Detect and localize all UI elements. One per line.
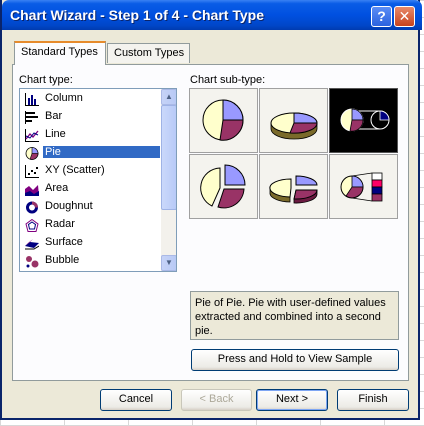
tab-custom-types[interactable]: Custom Types <box>107 43 190 63</box>
list-item-xy-scatter[interactable]: XY (Scatter) <box>22 163 160 180</box>
chart-type-label: Chart type: <box>19 74 73 86</box>
chart-type-scrollbar[interactable]: ▲ ▼ <box>161 89 176 271</box>
scatter-chart-icon <box>25 165 39 178</box>
subtype-exploded-3d-pie[interactable] <box>259 154 328 219</box>
area-chart-icon <box>25 185 39 196</box>
list-item-bar[interactable]: Bar <box>22 109 160 126</box>
view-sample-button[interactable]: Press and Hold to View Sample <box>191 349 399 371</box>
subtype-exploded-pie[interactable] <box>189 154 258 219</box>
column-chart-icon <box>25 93 39 106</box>
finish-button[interactable]: Finish <box>337 389 409 411</box>
list-item-label: Pie <box>43 146 160 158</box>
subtype-description: Pie of Pie. Pie with user-defined values… <box>190 291 399 340</box>
list-item-label: Area <box>45 182 69 194</box>
list-item-column[interactable]: Column <box>22 91 160 108</box>
subtype-pie-of-pie[interactable] <box>329 88 398 153</box>
list-item-label: XY (Scatter) <box>45 164 105 176</box>
list-item-pie[interactable]: Pie <box>22 145 160 162</box>
pie-icon <box>202 99 244 141</box>
pie-chart-icon <box>25 147 39 160</box>
help-button[interactable]: ? <box>371 6 392 27</box>
chart-subtype-grid <box>189 88 399 220</box>
list-item-label: Surface <box>45 236 83 248</box>
chart-subtype-label: Chart sub-type: <box>190 74 266 86</box>
cancel-button[interactable]: Cancel <box>100 389 172 411</box>
back-button[interactable]: < Back <box>181 389 252 411</box>
title-bar[interactable]: Chart Wizard - Step 1 of 4 - Chart Type … <box>2 0 422 30</box>
next-button[interactable]: Next > <box>256 389 328 411</box>
exploded-pie-icon <box>200 164 246 209</box>
subtype-bar-of-pie[interactable] <box>329 154 398 219</box>
list-item-label: Doughnut <box>45 200 93 212</box>
list-item-label: Column <box>45 92 83 104</box>
close-button[interactable]: ✕ <box>394 6 415 27</box>
list-item-label: Line <box>45 128 66 140</box>
radar-chart-icon <box>25 219 39 232</box>
bar-of-pie-icon <box>340 172 383 202</box>
bar-chart-icon <box>25 111 38 124</box>
chart-type-list[interactable]: Column Bar Line Pie XY (Scatter) Area Do… <box>19 88 177 272</box>
exploded-3d-pie-icon <box>269 175 318 204</box>
scroll-thumb[interactable] <box>161 105 176 210</box>
surface-chart-icon <box>25 239 39 250</box>
list-item-label: Bar <box>45 110 63 122</box>
window-title: Chart Wizard - Step 1 of 4 - Chart Type <box>10 7 264 23</box>
list-item-label: Radar <box>45 218 75 230</box>
list-item-doughnut[interactable]: Doughnut <box>22 199 160 216</box>
scroll-up-icon[interactable]: ▲ <box>161 89 176 105</box>
doughnut-chart-icon <box>26 201 38 214</box>
list-item-line[interactable]: Line <box>22 127 160 144</box>
list-item-surface[interactable]: Surface <box>22 235 160 252</box>
line-chart-icon <box>25 129 39 142</box>
tab-standard-types[interactable]: Standard Types <box>14 41 106 65</box>
subtype-3d-pie[interactable] <box>259 88 328 153</box>
3d-pie-icon <box>270 112 318 140</box>
subtype-pie[interactable] <box>189 88 258 153</box>
bubble-chart-icon <box>26 256 39 268</box>
scroll-down-icon[interactable]: ▼ <box>161 255 176 271</box>
list-item-bubble[interactable]: Bubble <box>22 253 160 270</box>
list-item-radar[interactable]: Radar <box>22 217 160 234</box>
list-item-area[interactable]: Area <box>22 181 160 198</box>
list-item-label: Bubble <box>45 254 80 266</box>
pie-of-pie-icon <box>340 108 390 132</box>
